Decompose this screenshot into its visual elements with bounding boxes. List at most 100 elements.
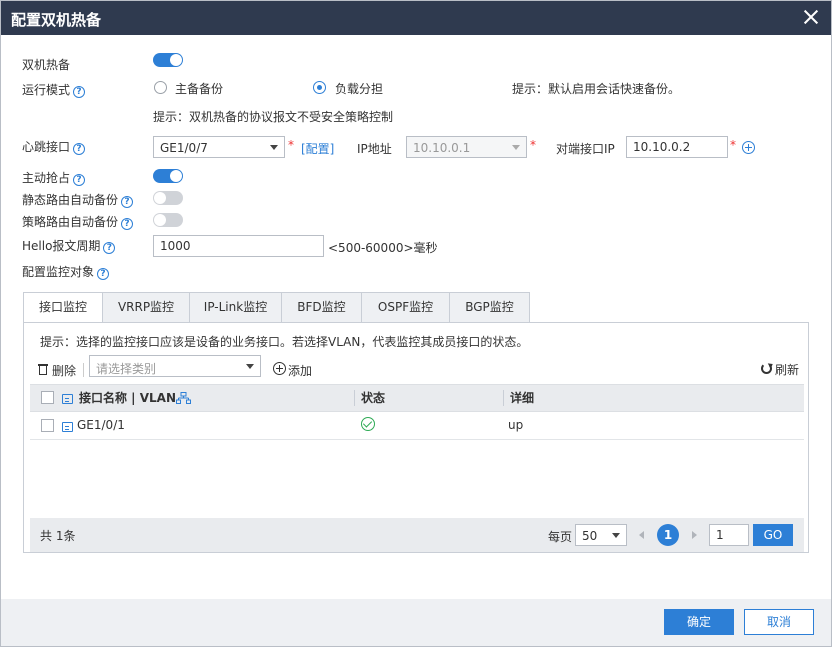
dialog-titlebar: 配置双机热备: [1, 1, 831, 35]
chevron-down-icon: [270, 145, 278, 150]
confirm-button[interactable]: 确定: [664, 609, 734, 635]
peer-ip-label: 对端接口IP: [556, 142, 615, 156]
chevron-down-icon: [512, 145, 520, 150]
monitor-tabs: 接口监控 VRRP监控 IP-Link监控 BFD监控 OSPF监控 BGP监控: [23, 292, 809, 323]
prev-page-icon[interactable]: [639, 531, 644, 539]
question-circle-icon[interactable]: ?: [121, 218, 134, 230]
question-circle-icon[interactable]: ?: [121, 196, 134, 208]
table-row[interactable]: GE1/0/1 up: [30, 412, 804, 440]
preempt-label: 主动抢占?: [22, 169, 86, 186]
toggle-knob: [154, 192, 166, 204]
monitor-label-text: 配置监控对象: [22, 265, 95, 279]
ip-label: IP地址: [357, 142, 392, 156]
radio-active-standby-label: 主备备份: [175, 82, 224, 96]
tab-bfd-monitor[interactable]: BFD监控: [282, 292, 362, 323]
refresh-icon[interactable]: [761, 363, 772, 374]
plus-circle-icon[interactable]: [273, 362, 286, 375]
tab-bgp-monitor[interactable]: BGP监控: [450, 292, 530, 323]
next-page-icon[interactable]: [692, 531, 697, 539]
add-button[interactable]: 添加: [288, 362, 312, 379]
delete-button[interactable]: 删除: [52, 362, 76, 379]
dialog-footer: 确定 取消: [1, 599, 831, 646]
heartbeat-select-value: GE1/0/7: [160, 141, 208, 155]
hot-standby-label: 双机热备: [22, 58, 71, 72]
tab-ospf-monitor[interactable]: OSPF监控: [362, 292, 450, 323]
question-circle-icon[interactable]: ?: [73, 174, 86, 186]
radio-active-standby[interactable]: [154, 81, 167, 94]
column-divider: [503, 390, 504, 406]
policy-route-label-text: 策略路由自动备份: [22, 215, 119, 229]
current-page[interactable]: 1: [657, 524, 679, 546]
toggle-knob: [170, 54, 182, 66]
column-divider: [354, 390, 355, 406]
hello-range: <500-60000>毫秒: [328, 241, 438, 255]
dialog-title: 配置双机热备: [11, 11, 102, 29]
toolbar-divider: [83, 363, 84, 377]
check-circle-icon: [361, 417, 375, 431]
required-mark: *: [730, 138, 736, 152]
heartbeat-label: 心跳接口?: [22, 138, 86, 155]
ip-select: 10.10.0.1: [406, 136, 527, 158]
pagination-bar: 共 1条 每页 50 1 GO: [30, 518, 804, 552]
category-select[interactable]: 请选择类别: [89, 355, 261, 377]
monitor-label: 配置监控对象?: [22, 263, 110, 280]
col-interface-name[interactable]: 接口名称 | VLAN: [79, 385, 176, 411]
refresh-button[interactable]: 刷新: [775, 361, 799, 378]
close-icon[interactable]: [801, 7, 821, 27]
panel-hint: 提示：选择的监控接口应该是设备的业务接口。若选择VLAN，代表监控其成员接口的状…: [40, 335, 529, 349]
plus-circle-icon[interactable]: [742, 141, 755, 154]
vlan-topology-icon: [176, 392, 191, 404]
hot-standby-toggle[interactable]: [153, 53, 183, 67]
question-circle-icon[interactable]: ?: [73, 143, 86, 155]
row-interface-name: GE1/0/1: [77, 418, 125, 432]
cancel-button[interactable]: 取消: [744, 609, 814, 635]
preempt-toggle[interactable]: [153, 169, 183, 183]
peer-ip-input[interactable]: [626, 136, 728, 158]
total-count: 共 1条: [40, 529, 76, 543]
run-mode-label: 运行模式?: [22, 81, 86, 98]
tab-vrrp-monitor[interactable]: VRRP监控: [103, 292, 190, 323]
row-detail: up: [508, 418, 524, 432]
static-route-toggle[interactable]: [153, 191, 183, 205]
question-circle-icon[interactable]: ?: [97, 268, 110, 280]
tab-interface-monitor[interactable]: 接口监控: [23, 292, 103, 323]
heartbeat-select[interactable]: GE1/0/7: [153, 136, 285, 158]
hello-label: Hello报文周期?: [22, 237, 116, 254]
per-page-select[interactable]: 50: [575, 524, 627, 546]
policy-hint: 提示：双机热备的协议报文不受安全策略控制: [153, 110, 394, 124]
run-mode-hint: 提示：默认启用会话快速备份。: [512, 82, 681, 96]
radio-load-balance-label: 负载分担: [335, 82, 384, 96]
per-page-value: 50: [582, 529, 598, 543]
hello-label-text: Hello报文周期: [22, 239, 101, 253]
policy-route-label: 策略路由自动备份?: [22, 213, 134, 230]
go-button[interactable]: GO: [753, 524, 793, 546]
radio-load-balance[interactable]: [313, 81, 326, 94]
tab-iplink-monitor[interactable]: IP-Link监控: [190, 292, 282, 323]
required-mark: *: [530, 138, 536, 152]
question-circle-icon[interactable]: ?: [103, 242, 116, 254]
select-all-checkbox[interactable]: [41, 391, 54, 404]
per-page-label: 每页: [548, 530, 573, 544]
question-circle-icon[interactable]: ?: [73, 86, 86, 98]
category-select-placeholder: 请选择类别: [96, 362, 157, 376]
policy-route-toggle[interactable]: [153, 213, 183, 227]
col-status[interactable]: 状态: [361, 385, 385, 411]
toggle-knob: [154, 214, 166, 226]
interface-monitor-panel: 提示：选择的监控接口应该是设备的业务接口。若选择VLAN，代表监控其成员接口的状…: [23, 322, 809, 553]
interface-icon: [62, 394, 73, 404]
ip-select-value: 10.10.0.1: [413, 141, 471, 155]
configure-link[interactable]: [配置]: [301, 140, 334, 157]
row-checkbox[interactable]: [41, 419, 54, 432]
static-route-label-text: 静态路由自动备份: [22, 193, 119, 207]
hello-input[interactable]: [153, 235, 324, 257]
page-input[interactable]: [709, 524, 749, 546]
toggle-knob: [170, 170, 182, 182]
table-header: 接口名称 | VLAN 状态 详细: [30, 384, 804, 412]
required-mark: *: [288, 138, 294, 152]
col-detail[interactable]: 详细: [510, 385, 534, 411]
trash-icon[interactable]: [38, 363, 48, 375]
dialog: 配置双机热备 双机热备 运行模式? 主备备份 负载分担 提示：默认启用会话快速备…: [0, 0, 832, 647]
run-mode-label-text: 运行模式: [22, 83, 71, 97]
static-route-label: 静态路由自动备份?: [22, 191, 134, 208]
chevron-down-icon: [612, 533, 620, 538]
